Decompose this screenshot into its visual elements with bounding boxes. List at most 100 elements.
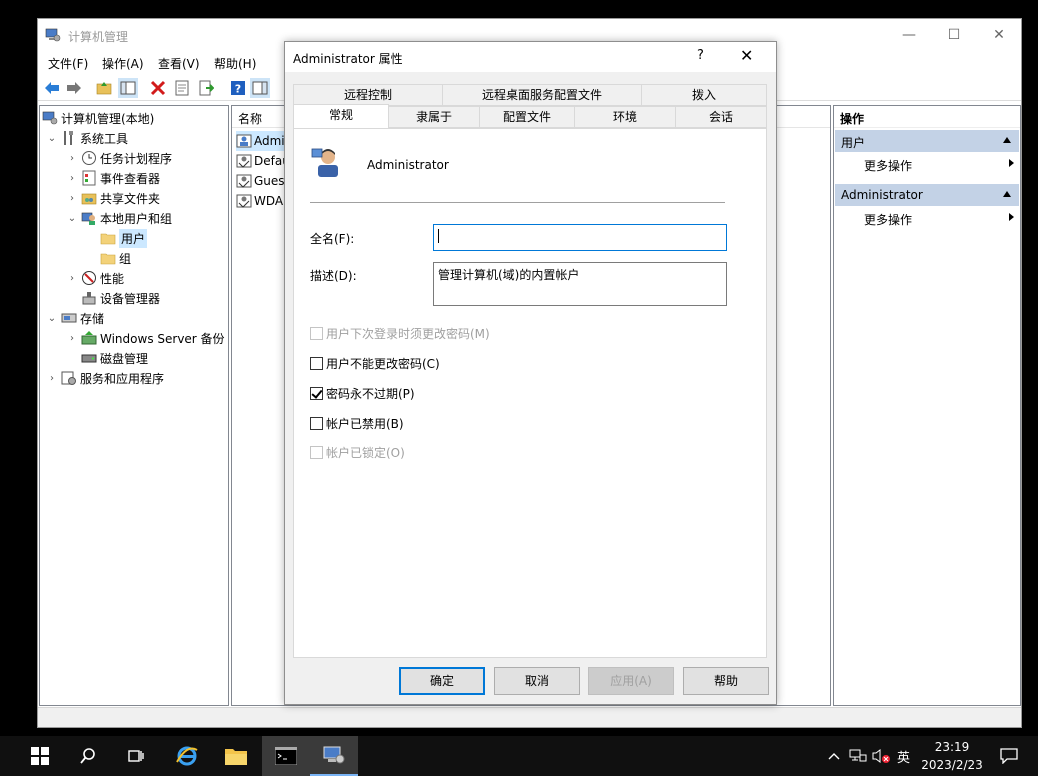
tools-icon bbox=[61, 130, 77, 146]
username-label: Administrator bbox=[367, 158, 449, 172]
tree-event-viewer[interactable]: › 事件查看器 bbox=[66, 168, 160, 188]
tree-services-apps[interactable]: › 服务和应用程序 bbox=[46, 368, 164, 388]
tree-task-scheduler[interactable]: › 任务计划程序 bbox=[66, 148, 172, 168]
menu-view[interactable]: 查看(V) bbox=[158, 55, 200, 72]
list-item[interactable]: Defau bbox=[236, 151, 290, 171]
menu-action[interactable]: 操作(A) bbox=[102, 55, 144, 72]
list-item[interactable]: WDA bbox=[236, 191, 283, 211]
task-view-button[interactable] bbox=[112, 736, 160, 776]
actions-section-administrator[interactable]: Administrator bbox=[835, 184, 1019, 206]
export-icon[interactable] bbox=[196, 78, 216, 98]
dialog-close-button[interactable]: ✕ bbox=[740, 46, 753, 65]
show-action-pane-icon[interactable] bbox=[250, 78, 270, 98]
device-manager-icon bbox=[81, 290, 97, 306]
tree-users[interactable]: 用户 bbox=[100, 228, 148, 248]
list-item[interactable]: Gues bbox=[236, 171, 285, 191]
chevron-down-icon[interactable]: ⌄ bbox=[66, 213, 78, 224]
search-button[interactable] bbox=[64, 736, 112, 776]
tree-device-manager[interactable]: 设备管理器 bbox=[81, 288, 160, 308]
maximize-button[interactable]: ☐ bbox=[931, 19, 977, 51]
users-group-icon bbox=[81, 210, 97, 226]
internet-explorer-button[interactable] bbox=[163, 736, 211, 776]
tree-performance[interactable]: › 性能 bbox=[66, 268, 124, 288]
cmd-button[interactable] bbox=[262, 736, 310, 776]
clock[interactable]: 23:19 2023/2/23 bbox=[910, 738, 994, 774]
task-view-icon bbox=[128, 750, 144, 762]
chevron-down-icon[interactable]: ⌄ bbox=[46, 133, 58, 144]
description-field[interactable]: 管理计算机(域)的内置帐户 bbox=[433, 262, 727, 306]
tab-sessions[interactable]: 会话 bbox=[675, 106, 767, 128]
collapse-icon bbox=[1003, 137, 1011, 143]
tree-groups[interactable]: 组 bbox=[100, 248, 131, 268]
delete-icon[interactable] bbox=[148, 78, 168, 98]
tab-remote-control[interactable]: 远程控制 bbox=[293, 84, 443, 106]
list-item[interactable]: Admi bbox=[236, 131, 285, 151]
tab-profile[interactable]: 配置文件 bbox=[479, 106, 575, 128]
menu-file[interactable]: 文件(F) bbox=[48, 55, 88, 72]
password-never-expires-checkbox[interactable]: 密码永不过期(P) bbox=[310, 385, 415, 402]
up-folder-icon[interactable] bbox=[94, 78, 114, 98]
help-icon[interactable]: ? bbox=[228, 78, 248, 98]
window-title: 计算机管理 bbox=[68, 30, 129, 44]
ok-button[interactable]: 确定 bbox=[399, 667, 485, 695]
divider bbox=[310, 202, 725, 203]
tree-root[interactable]: 计算机管理(本地) bbox=[42, 108, 154, 128]
help-button[interactable]: 帮助 bbox=[683, 667, 769, 695]
search-icon bbox=[80, 748, 95, 764]
notification-center-button[interactable] bbox=[1000, 736, 1018, 776]
disabled-user-icon bbox=[236, 153, 252, 169]
apply-button[interactable]: 应用(A) bbox=[588, 667, 674, 695]
account-locked-checkbox[interactable]: 帐户已锁定(O) bbox=[310, 444, 405, 461]
show-hidden-icons[interactable] bbox=[828, 736, 840, 776]
tree-windows-backup[interactable]: › Windows Server 备份 bbox=[66, 328, 225, 348]
menu-help[interactable]: 帮助(H) bbox=[214, 55, 256, 72]
forward-icon[interactable] bbox=[64, 78, 84, 98]
show-hide-tree-icon[interactable] bbox=[118, 78, 138, 98]
tab-rds-profile[interactable]: 远程桌面服务配置文件 bbox=[442, 84, 642, 106]
tab-environment[interactable]: 环境 bbox=[574, 106, 676, 128]
tree-storage[interactable]: ⌄ 存储 bbox=[46, 308, 104, 328]
chevron-right-icon[interactable]: › bbox=[66, 273, 78, 284]
chevron-right-icon[interactable]: › bbox=[66, 333, 78, 344]
chevron-right-icon[interactable]: › bbox=[66, 193, 78, 204]
actions-section-users[interactable]: 用户 bbox=[835, 130, 1019, 152]
more-actions-administrator[interactable]: 更多操作 bbox=[864, 211, 1014, 228]
must-change-password-checkbox[interactable]: 用户下次登录时须更改密码(M) bbox=[310, 325, 490, 342]
computer-management-taskbar-button[interactable] bbox=[310, 736, 358, 776]
tree-system-tools[interactable]: ⌄ 系统工具 bbox=[46, 128, 128, 148]
general-tab-panel: Administrator 全名(F): 描述(D): 管理计算机(域)的内置帐… bbox=[293, 128, 767, 658]
folder-icon bbox=[100, 230, 116, 246]
notification-icon bbox=[1000, 748, 1018, 764]
help-icon[interactable]: ? bbox=[697, 48, 704, 63]
dialog-title-bar[interactable]: Administrator 属性 ? ✕ bbox=[285, 42, 776, 72]
windows-logo-icon bbox=[31, 747, 49, 765]
services-icon bbox=[61, 370, 77, 386]
properties-icon[interactable] bbox=[172, 78, 192, 98]
chevron-right-icon[interactable]: › bbox=[46, 373, 58, 384]
more-actions-users[interactable]: 更多操作 bbox=[864, 157, 1014, 174]
back-icon[interactable] bbox=[42, 78, 62, 98]
cancel-button[interactable]: 取消 bbox=[494, 667, 580, 695]
tab-general[interactable]: 常规 bbox=[293, 104, 389, 128]
ime-indicator[interactable]: 英 bbox=[897, 736, 910, 776]
chevron-down-icon[interactable]: ⌄ bbox=[46, 313, 58, 324]
chevron-right-icon[interactable]: › bbox=[66, 153, 78, 164]
submenu-arrow-icon bbox=[1009, 213, 1014, 221]
cannot-change-password-checkbox[interactable]: 用户不能更改密码(C) bbox=[310, 355, 440, 372]
user-icon bbox=[236, 133, 252, 149]
tree-disk-management[interactable]: 磁盘管理 bbox=[81, 348, 148, 368]
minimize-button[interactable]: — bbox=[886, 19, 932, 51]
network-icon[interactable] bbox=[849, 736, 867, 776]
volume-muted-icon[interactable] bbox=[872, 736, 892, 776]
collapse-icon bbox=[1003, 191, 1011, 197]
start-button[interactable] bbox=[16, 736, 64, 776]
chevron-right-icon[interactable]: › bbox=[66, 173, 78, 184]
tab-dial-in[interactable]: 拨入 bbox=[641, 84, 767, 106]
tree-local-users-groups[interactable]: ⌄ 本地用户和组 bbox=[66, 208, 172, 228]
file-explorer-button[interactable] bbox=[212, 736, 260, 776]
tab-member-of[interactable]: 隶属于 bbox=[388, 106, 480, 128]
account-disabled-checkbox[interactable]: 帐户已禁用(B) bbox=[310, 415, 404, 432]
tree-shared-folders[interactable]: › 共享文件夹 bbox=[66, 188, 160, 208]
close-button[interactable]: ✕ bbox=[976, 19, 1022, 51]
fullname-field[interactable] bbox=[433, 224, 727, 251]
